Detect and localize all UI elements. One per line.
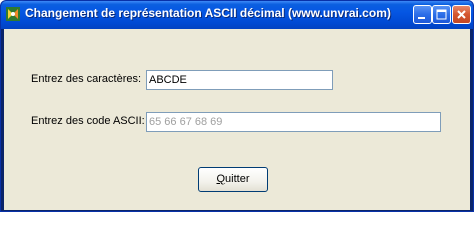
minimize-icon xyxy=(418,17,425,19)
title-bar[interactable]: Changement de représentation ASCII décim… xyxy=(1,1,473,29)
window-title: Changement de représentation ASCII décim… xyxy=(25,6,391,20)
quit-button-accel: Q xyxy=(216,173,226,185)
app-window: Changement de représentation ASCII décim… xyxy=(0,0,474,212)
close-icon xyxy=(457,10,466,19)
maximize-icon xyxy=(436,9,447,20)
ascii-input[interactable]: 65 66 67 68 69 xyxy=(146,112,441,132)
minimize-button[interactable] xyxy=(413,5,432,24)
quit-button-label: uitter xyxy=(225,173,250,185)
chars-label: Entrez des caractères: xyxy=(31,73,142,85)
app-icon[interactable] xyxy=(5,6,21,22)
quit-button[interactable]: Quitter xyxy=(198,167,268,192)
close-button[interactable] xyxy=(452,5,471,24)
chars-input[interactable]: ABCDE xyxy=(146,70,333,90)
maximize-button[interactable] xyxy=(432,5,451,24)
ascii-label: Entrez des code ASCII: xyxy=(31,115,145,127)
client-area: Entrez des caractères: ABCDE Entrez des … xyxy=(4,29,470,210)
